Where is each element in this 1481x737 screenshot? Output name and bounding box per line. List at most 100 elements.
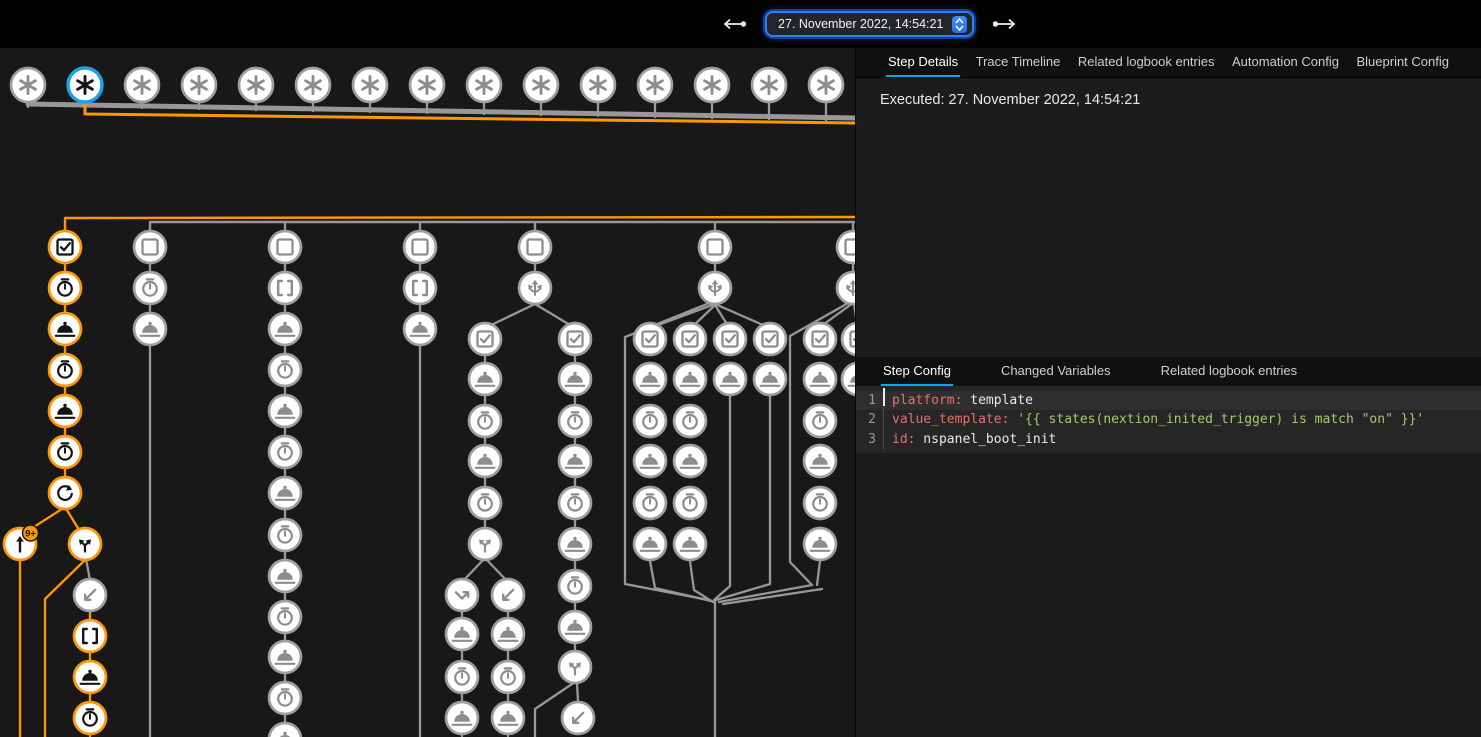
node-timer[interactable] (134, 272, 166, 304)
node-split[interactable] (69, 528, 101, 560)
node-service-call[interactable] (469, 363, 501, 395)
node-timer[interactable] (559, 487, 591, 519)
node-service-call[interactable] (804, 528, 836, 560)
node-service-call[interactable] (559, 528, 591, 560)
node-checkbox-marked[interactable] (49, 231, 81, 263)
node-timer[interactable] (49, 354, 81, 386)
previous-run-button[interactable] (718, 13, 752, 35)
node-timer[interactable] (269, 519, 301, 551)
node-service-call[interactable] (804, 445, 836, 477)
node-timer[interactable] (269, 682, 301, 714)
tab-automation-config[interactable]: Automation Config (1230, 48, 1341, 77)
node-checkbox-blank[interactable] (519, 231, 551, 263)
node-service-call[interactable] (469, 445, 501, 477)
node-service-call[interactable] (49, 313, 81, 345)
node-timer[interactable] (674, 405, 706, 437)
node-service-call[interactable] (404, 313, 436, 345)
node-asterisk[interactable] (752, 68, 786, 102)
node-service-call[interactable] (269, 641, 301, 673)
node-timer[interactable] (559, 570, 591, 602)
node-choose[interactable] (699, 272, 731, 304)
step-config-code[interactable]: 1platform: template2value_template: '{{ … (856, 386, 1481, 453)
node-service-call[interactable] (674, 528, 706, 560)
node-service-call[interactable] (269, 477, 301, 509)
next-run-button[interactable] (987, 13, 1021, 35)
node-timer[interactable] (49, 436, 81, 468)
node-service-call[interactable] (446, 618, 478, 650)
node-service-call[interactable] (74, 661, 106, 693)
node-service-call[interactable] (559, 611, 591, 643)
node-checkbox-marked[interactable] (559, 323, 591, 355)
node-service-call[interactable] (492, 702, 524, 734)
node-service-call[interactable] (842, 363, 855, 395)
node-service-call[interactable] (559, 363, 591, 395)
node-timer[interactable] (269, 354, 301, 386)
node-checkbox-blank[interactable] (699, 231, 731, 263)
node-timer[interactable] (49, 272, 81, 304)
tab-blueprint-config[interactable]: Blueprint Config (1354, 48, 1451, 77)
node-code-brackets[interactable] (404, 272, 436, 304)
node-service-call[interactable] (269, 395, 301, 427)
node-checkbox-marked[interactable] (804, 323, 836, 355)
node-service-call[interactable] (49, 395, 81, 427)
node-asterisk[interactable] (581, 68, 615, 102)
node-service-call[interactable] (269, 723, 301, 737)
node-timer[interactable] (804, 487, 836, 519)
node-timer[interactable] (269, 601, 301, 633)
node-asterisk[interactable] (125, 68, 159, 102)
node-service-call[interactable] (269, 313, 301, 345)
node-timer[interactable] (559, 405, 591, 437)
node-service-call[interactable] (446, 702, 478, 734)
node-code-brackets[interactable] (269, 272, 301, 304)
node-service-call[interactable] (804, 363, 836, 395)
node-service-call[interactable] (634, 363, 666, 395)
node-arrow-up[interactable]: 9+ (4, 525, 39, 560)
node-choose[interactable] (519, 272, 551, 304)
node-checkbox-blank[interactable] (837, 231, 855, 263)
node-arrow-bottom-left[interactable] (74, 579, 106, 611)
node-choose[interactable] (837, 272, 855, 304)
tab-step-details[interactable]: Step Details (886, 48, 960, 77)
node-repeat[interactable] (49, 477, 81, 509)
node-checkbox-marked[interactable] (754, 323, 786, 355)
node-service-call[interactable] (492, 618, 524, 650)
node-service-call[interactable] (269, 560, 301, 592)
node-service-call[interactable] (634, 445, 666, 477)
node-service-call[interactable] (559, 445, 591, 477)
node-timer[interactable] (469, 487, 501, 519)
run-selector-dropdown[interactable]: 27. November 2022, 14:54:21 (765, 11, 974, 37)
node-service-call[interactable] (634, 528, 666, 560)
node-timer[interactable] (469, 405, 501, 437)
node-asterisk[interactable] (239, 68, 273, 102)
node-asterisk[interactable] (11, 68, 45, 102)
node-split[interactable] (469, 528, 501, 560)
node-timer[interactable] (634, 487, 666, 519)
node-checkbox-marked[interactable] (674, 323, 706, 355)
tab-related-logbook-entries[interactable]: Related logbook entries (1076, 48, 1217, 77)
node-timer[interactable] (269, 436, 301, 468)
node-checkbox-blank[interactable] (269, 231, 301, 263)
node-arrow-bottom-left[interactable] (492, 579, 524, 611)
node-timer[interactable] (492, 661, 524, 693)
node-timer[interactable] (446, 661, 478, 693)
node-code-brackets[interactable] (74, 620, 106, 652)
node-checkbox-marked[interactable] (842, 323, 855, 355)
node-arrow-bottom-left[interactable] (562, 702, 594, 734)
node-call-missed[interactable] (446, 579, 478, 611)
node-asterisk[interactable] (638, 68, 672, 102)
node-service-call[interactable] (134, 313, 166, 345)
node-asterisk[interactable] (809, 68, 843, 102)
tab-step-config[interactable]: Step Config (881, 357, 953, 386)
node-asterisk[interactable] (68, 68, 102, 102)
tab-related-logbook-entries[interactable]: Related logbook entries (1159, 357, 1300, 386)
node-service-call[interactable] (674, 445, 706, 477)
node-asterisk[interactable] (695, 68, 729, 102)
node-checkbox-marked[interactable] (634, 323, 666, 355)
node-asterisk[interactable] (410, 68, 444, 102)
node-checkbox-marked[interactable] (469, 323, 501, 355)
node-timer[interactable] (674, 487, 706, 519)
tab-trace-timeline[interactable]: Trace Timeline (974, 48, 1063, 77)
node-checkbox-marked[interactable] (714, 323, 746, 355)
node-timer[interactable] (804, 405, 836, 437)
node-asterisk[interactable] (467, 68, 501, 102)
